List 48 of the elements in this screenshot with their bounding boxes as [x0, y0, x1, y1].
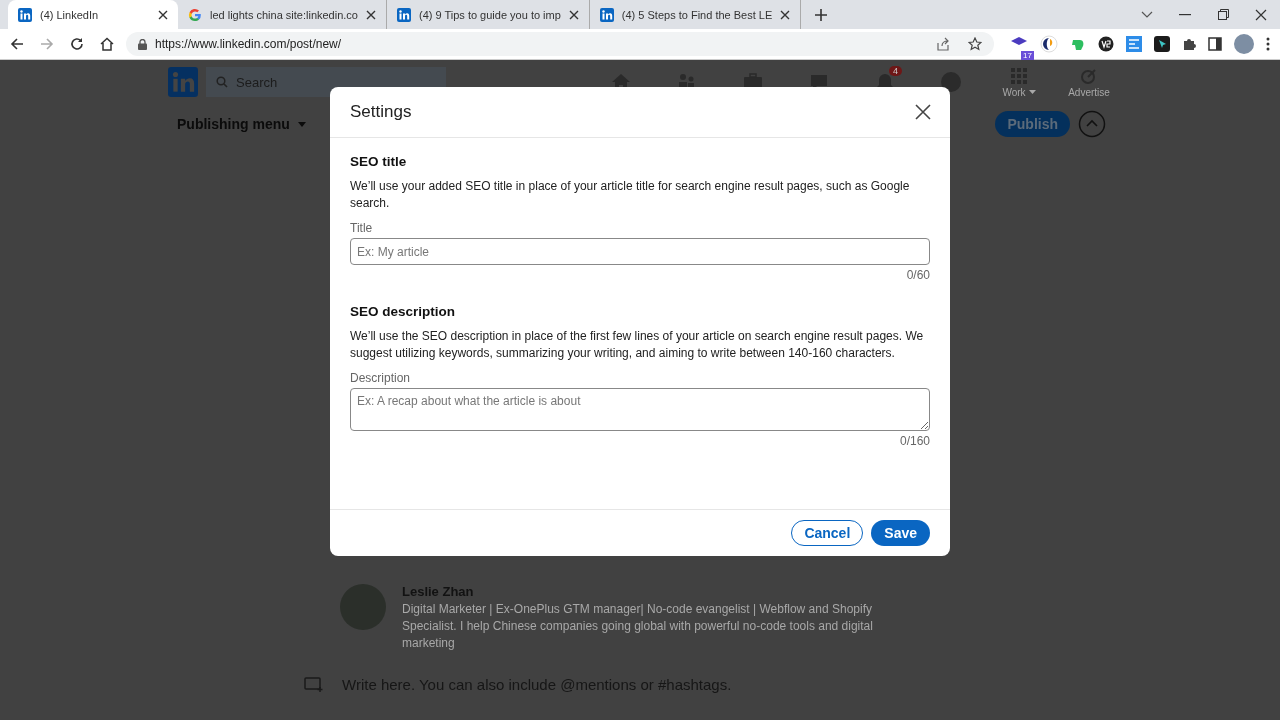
tab-title: (4) 5 Steps to Find the Best LE — [621, 8, 773, 21]
linkedin-logo-icon — [397, 7, 411, 22]
extension-icon[interactable] — [1040, 35, 1058, 53]
save-button[interactable]: Save — [871, 520, 930, 546]
caret-icon — [1028, 89, 1036, 95]
tab-title: (4) LinkedIn — [40, 8, 100, 21]
close-icon[interactable] — [158, 9, 168, 20]
lock-icon — [138, 38, 147, 50]
advertise-label: Advertise — [1068, 86, 1110, 98]
section-description: We’ll use your added SEO title in place of your article title for search engine result pages, such as Google search. — [350, 178, 911, 212]
character-counter: 0/160 — [898, 434, 930, 448]
title-input[interactable]: Ex: My article — [350, 238, 930, 265]
more-icon[interactable] — [1266, 37, 1270, 51]
side-panel-icon[interactable] — [1208, 37, 1222, 51]
linkedin-logo-icon — [18, 7, 32, 22]
url-text: https://www.linkedin.com/post/new/ — [155, 37, 342, 51]
field-label: Description — [350, 371, 412, 385]
star-icon[interactable] — [968, 37, 982, 51]
section-heading: SEO description — [350, 304, 457, 319]
address-bar[interactable]: https://www.linkedin.com/post/new/ — [126, 32, 994, 56]
section-description: We’ll use the SEO description in place of the first few lines of your article on search engine result pages. We suggest utilizing keywords, summarizing your writing, and aiming to write between 140-160 characters. — [350, 328, 925, 362]
extension-badge: 17 — [1021, 51, 1034, 60]
cancel-button[interactable]: Cancel — [791, 520, 864, 546]
tab-title: led lights china site:linkedin.co — [210, 8, 358, 21]
close-icon[interactable] — [568, 9, 579, 20]
character-counter: 0/60 — [905, 268, 930, 282]
tab-title: (4) 9 Tips to guide you to imp — [419, 8, 561, 21]
share-icon[interactable] — [936, 37, 950, 51]
browser-tab[interactable]: (4) LinkedIn — [8, 0, 178, 29]
puzzle-icon[interactable] — [1182, 37, 1196, 51]
section-heading: SEO title — [350, 154, 408, 169]
field-label: Title — [350, 221, 374, 235]
linkedin-logo-icon — [599, 7, 614, 22]
search-icon — [216, 76, 228, 88]
profile-avatar[interactable] — [1234, 34, 1254, 54]
new-tab-icon[interactable] — [815, 9, 828, 21]
cursor-icon[interactable] — [1154, 36, 1170, 52]
close-icon[interactable] — [915, 104, 931, 120]
google-logo-icon — [188, 7, 202, 22]
author-headline: Digital Marketer | Ex-OnePlus GTM manager| No-code evangelist | Webflow and Shopify Specialist. I help Chinese companies going global with powerful no-code tools and digital marketing — [402, 601, 874, 652]
extension-icon[interactable] — [1098, 36, 1114, 52]
dialog-title: Settings — [350, 102, 412, 122]
close-icon[interactable] — [780, 9, 791, 20]
work-label: Work — [1002, 86, 1026, 98]
close-icon[interactable] — [366, 9, 376, 20]
description-textarea[interactable]: Ex: A recap about what the article is about — [350, 388, 930, 431]
megaphone-icon — [1080, 66, 1098, 85]
notification-badge: 4 — [889, 66, 902, 76]
